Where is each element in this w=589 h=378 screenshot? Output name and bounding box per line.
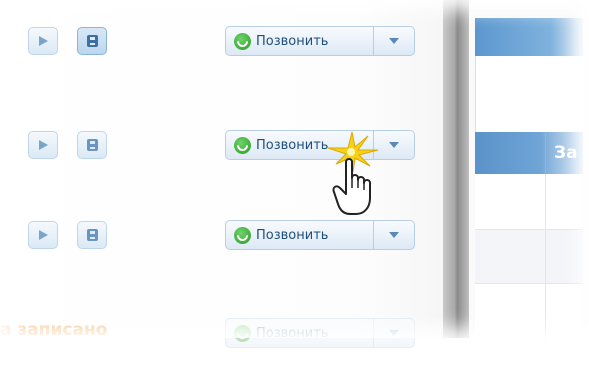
column-header[interactable]: За — [546, 132, 578, 174]
table-row[interactable] — [475, 229, 583, 283]
play-button[interactable] — [28, 131, 58, 159]
phone-icon — [234, 226, 251, 244]
call-split-button: Позвонить — [225, 220, 415, 250]
save-button[interactable] — [77, 27, 107, 55]
save-icon — [86, 35, 98, 47]
call-options-dropdown[interactable] — [374, 221, 414, 249]
save-button[interactable] — [77, 221, 107, 249]
play-icon — [38, 36, 48, 46]
table-header-row: За — [475, 132, 583, 174]
play-icon — [38, 140, 48, 150]
call-button-label: Позвонить — [256, 325, 329, 341]
call-button[interactable]: Позвонить — [226, 319, 374, 347]
recording-status-text: а записано — [0, 320, 108, 340]
call-options-dropdown[interactable] — [374, 27, 414, 55]
save-button[interactable] — [77, 131, 107, 159]
call-row: Позвонить — [0, 220, 443, 281]
phone-icon — [234, 324, 251, 342]
play-button[interactable] — [28, 221, 58, 249]
table-toolbar — [475, 18, 583, 56]
table-body — [475, 174, 583, 338]
table-filter-area — [475, 56, 584, 132]
table-panel: За — [469, 0, 589, 338]
play-icon — [38, 230, 48, 240]
call-split-button: Позвонить — [225, 318, 415, 348]
row-divider — [475, 229, 583, 230]
call-split-button: Позвонить — [225, 26, 415, 56]
save-icon — [86, 139, 98, 151]
call-button-label: Позвонить — [256, 33, 329, 49]
call-button[interactable]: Позвонить — [226, 27, 374, 55]
call-row: Позвонить — [0, 26, 443, 87]
column-divider — [545, 174, 546, 338]
hand-pointer-icon — [318, 128, 398, 218]
column-header-empty — [475, 132, 546, 174]
call-list-panel: Позвонить Позвонить Позвонить Позвонить … — [0, 0, 443, 348]
call-button[interactable]: Позвонить — [226, 221, 374, 249]
call-options-dropdown[interactable] — [374, 319, 414, 347]
chevron-down-icon — [389, 38, 399, 44]
chevron-down-icon — [389, 232, 399, 238]
call-button-label: Позвонить — [256, 227, 329, 243]
phone-icon — [234, 32, 251, 50]
save-icon — [86, 229, 98, 241]
row-divider — [475, 283, 583, 284]
panel-divider[interactable] — [443, 0, 469, 338]
chevron-down-icon — [389, 330, 399, 336]
play-button[interactable] — [28, 27, 58, 55]
phone-icon — [234, 136, 251, 154]
